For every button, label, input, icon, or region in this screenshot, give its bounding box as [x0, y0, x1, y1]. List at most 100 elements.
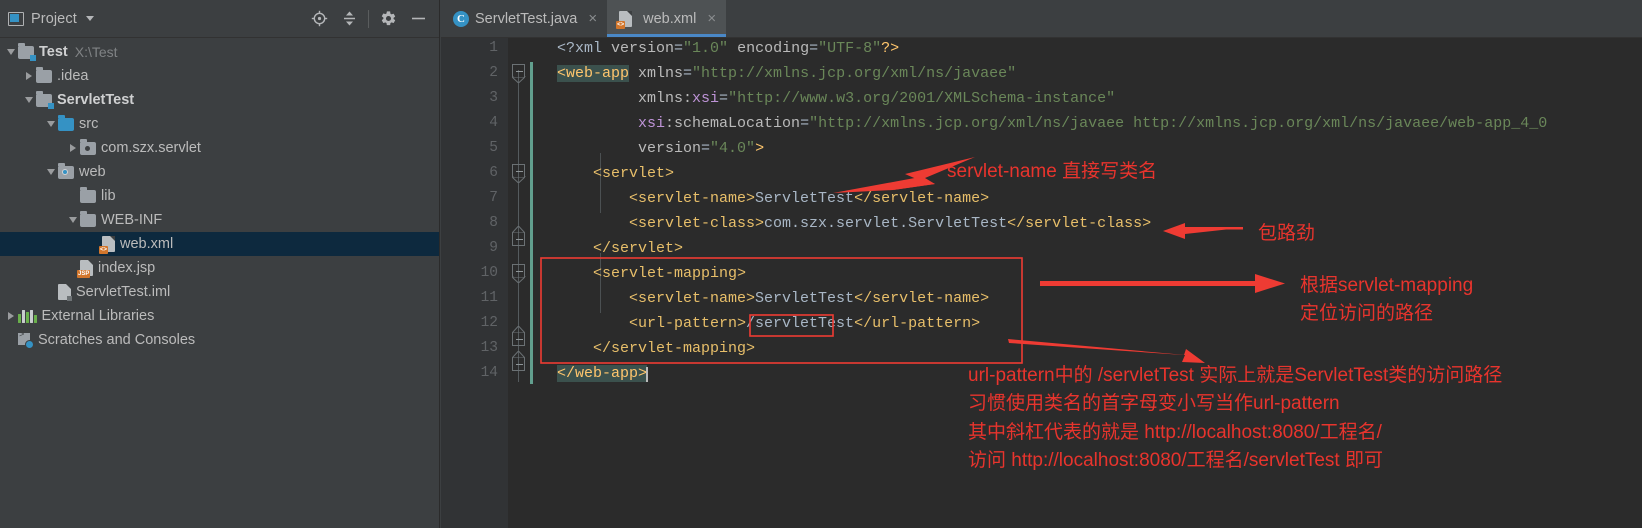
- editor-tab-bar: C ServletTest.java × <> web.xml ×: [441, 0, 1642, 38]
- line-number: 9: [489, 240, 498, 256]
- code-line-10: <servlet-mapping>: [557, 265, 747, 282]
- libraries-icon: [18, 309, 37, 323]
- fold-marker-servlet[interactable]: [512, 164, 525, 183]
- jsp-file-icon: JSP: [77, 260, 93, 278]
- code-line-8: <servlet-class>com.szx.servlet.ServletTe…: [557, 215, 1152, 232]
- tree-item-label: Test: [39, 43, 68, 60]
- tree-item-web-xml[interactable]: <> web.xml: [0, 232, 439, 256]
- line-number: 3: [489, 90, 498, 106]
- code-line-11: <servlet-name>ServletTest</servlet-name>: [557, 290, 990, 307]
- module-folder-icon: [18, 42, 36, 61]
- line-number: 12: [480, 315, 498, 331]
- collapse-all-icon[interactable]: [334, 4, 364, 34]
- tree-item-package-com-szx-servlet[interactable]: com.szx.servlet: [0, 136, 439, 160]
- tree-item-index-jsp[interactable]: JSP index.jsp: [0, 256, 439, 280]
- tree-item-label: ServletTest: [57, 91, 135, 108]
- close-icon[interactable]: ×: [588, 11, 597, 26]
- twisty-right-icon[interactable]: [66, 144, 80, 152]
- line-number: 4: [489, 115, 498, 131]
- chevron-down-icon[interactable]: [85, 16, 94, 21]
- tab-label: ServletTest.java: [475, 10, 578, 27]
- tree-item-label: index.jsp: [98, 259, 156, 276]
- twisty-down-icon[interactable]: [44, 169, 58, 175]
- line-number-gutter: 1 2 3 4 5 6 7 8 9 10 11 12 13 14: [441, 38, 508, 528]
- package-icon: [80, 138, 96, 155]
- tree-item-idea[interactable]: .idea: [0, 64, 439, 88]
- active-tab-indicator: [607, 34, 727, 37]
- project-toolbar: Project: [0, 0, 439, 38]
- tree-item-label: com.szx.servlet: [101, 139, 201, 156]
- tree-item-web-inf[interactable]: WEB-INF: [0, 208, 439, 232]
- java-class-icon: C: [453, 10, 469, 27]
- text-caret: [646, 367, 648, 382]
- tree-item-src[interactable]: src: [0, 112, 439, 136]
- code-line-13: </servlet-mapping>: [557, 340, 756, 357]
- iml-file-icon: [58, 284, 72, 301]
- line-number: 8: [489, 215, 498, 231]
- tree-item-label: src: [79, 115, 99, 132]
- folder-icon: [80, 210, 96, 227]
- code-editor[interactable]: 1 2 3 4 5 6 7 8 9 10 11 12 13 14 <?xml v…: [441, 38, 1642, 528]
- tree-item-label: .idea: [57, 67, 89, 84]
- twisty-down-icon[interactable]: [22, 97, 36, 103]
- tree-item-servlettest-module[interactable]: ServletTest: [0, 88, 439, 112]
- tree-item-label: ServletTest.iml: [76, 283, 171, 300]
- line-number: 7: [489, 190, 498, 206]
- tree-item-test[interactable]: Test X:\Test: [0, 40, 439, 64]
- scratches-icon: [18, 330, 34, 349]
- line-number: 14: [480, 365, 498, 381]
- tree-item-scratches-and-consoles[interactable]: Scratches and Consoles: [0, 328, 439, 352]
- tree-item-path: X:\Test: [74, 44, 118, 60]
- tree-item-web[interactable]: web: [0, 160, 439, 184]
- minimize-icon[interactable]: [403, 4, 433, 34]
- code-line-3: xmlns:xsi="http://www.w3.org/2001/XMLSch…: [557, 90, 1116, 107]
- tab-servlettest-java[interactable]: C ServletTest.java ×: [441, 0, 607, 37]
- code-text[interactable]: <?xml version="1.0" encoding="UTF-8"?> <…: [533, 38, 1642, 528]
- twisty-down-icon[interactable]: [66, 217, 80, 223]
- line-number: 5: [489, 140, 498, 156]
- locate-icon[interactable]: [304, 4, 334, 34]
- code-line-4: xsi:schemaLocation="http://xmlns.jcp.org…: [638, 115, 1548, 132]
- fold-marker-servlet-end[interactable]: [512, 226, 525, 246]
- module-folder-icon: [36, 90, 54, 109]
- tree-item-label: WEB-INF: [101, 211, 163, 228]
- code-fold-gutter[interactable]: [508, 38, 530, 528]
- twisty-right-icon[interactable]: [4, 312, 18, 320]
- fold-marker-servlet-mapping[interactable]: [512, 264, 525, 283]
- folder-icon: [36, 66, 52, 83]
- tree-item-external-libraries[interactable]: External Libraries: [0, 304, 439, 328]
- fold-marker-webapp-end[interactable]: [512, 351, 525, 371]
- editor-area: C ServletTest.java × <> web.xml × 1 2 3 …: [441, 0, 1642, 528]
- tree-item-servlettest-iml[interactable]: ServletTest.iml: [0, 280, 439, 304]
- xml-file-icon: <>: [99, 236, 115, 254]
- code-line-2: <web-app xmlns="http://xmlns.jcp.org/xml…: [557, 65, 1017, 82]
- ide-window: Project Test X:\Test .idea ServletTest s…: [0, 0, 1642, 528]
- code-line-7: <servlet-name>ServletTest</servlet-name>: [557, 190, 990, 207]
- line-number: 6: [489, 165, 498, 181]
- project-window-icon: [8, 11, 24, 26]
- tree-item-label: Scratches and Consoles: [38, 331, 196, 348]
- web-folder-icon: [58, 162, 74, 179]
- line-number: 13: [480, 340, 498, 356]
- close-icon[interactable]: ×: [707, 11, 716, 26]
- tree-item-label: lib: [101, 187, 116, 204]
- tab-web-xml[interactable]: <> web.xml ×: [607, 0, 727, 37]
- folder-icon: [80, 186, 96, 203]
- settings-gear-icon[interactable]: [373, 4, 403, 34]
- twisty-down-icon[interactable]: [4, 49, 18, 55]
- project-panel-title: Project: [31, 10, 77, 27]
- tree-item-lib[interactable]: lib: [0, 184, 439, 208]
- tree-item-label: web.xml: [120, 235, 174, 252]
- twisty-down-icon[interactable]: [44, 121, 58, 127]
- line-number: 10: [480, 265, 498, 281]
- line-number: 11: [480, 290, 498, 306]
- tree-item-label: web: [79, 163, 106, 180]
- project-tree[interactable]: Test X:\Test .idea ServletTest src com.s…: [0, 38, 439, 528]
- toolbar-separator: [368, 9, 369, 28]
- twisty-right-icon[interactable]: [22, 72, 36, 80]
- code-line-12: <url-pattern>/servletTest</url-pattern>: [557, 315, 981, 332]
- fold-marker-webapp[interactable]: [512, 64, 525, 83]
- fold-marker-servlet-mapping-end[interactable]: [512, 326, 525, 346]
- tree-item-label: External Libraries: [41, 307, 155, 324]
- project-tool-window: Project Test X:\Test .idea ServletTest s…: [0, 0, 440, 528]
